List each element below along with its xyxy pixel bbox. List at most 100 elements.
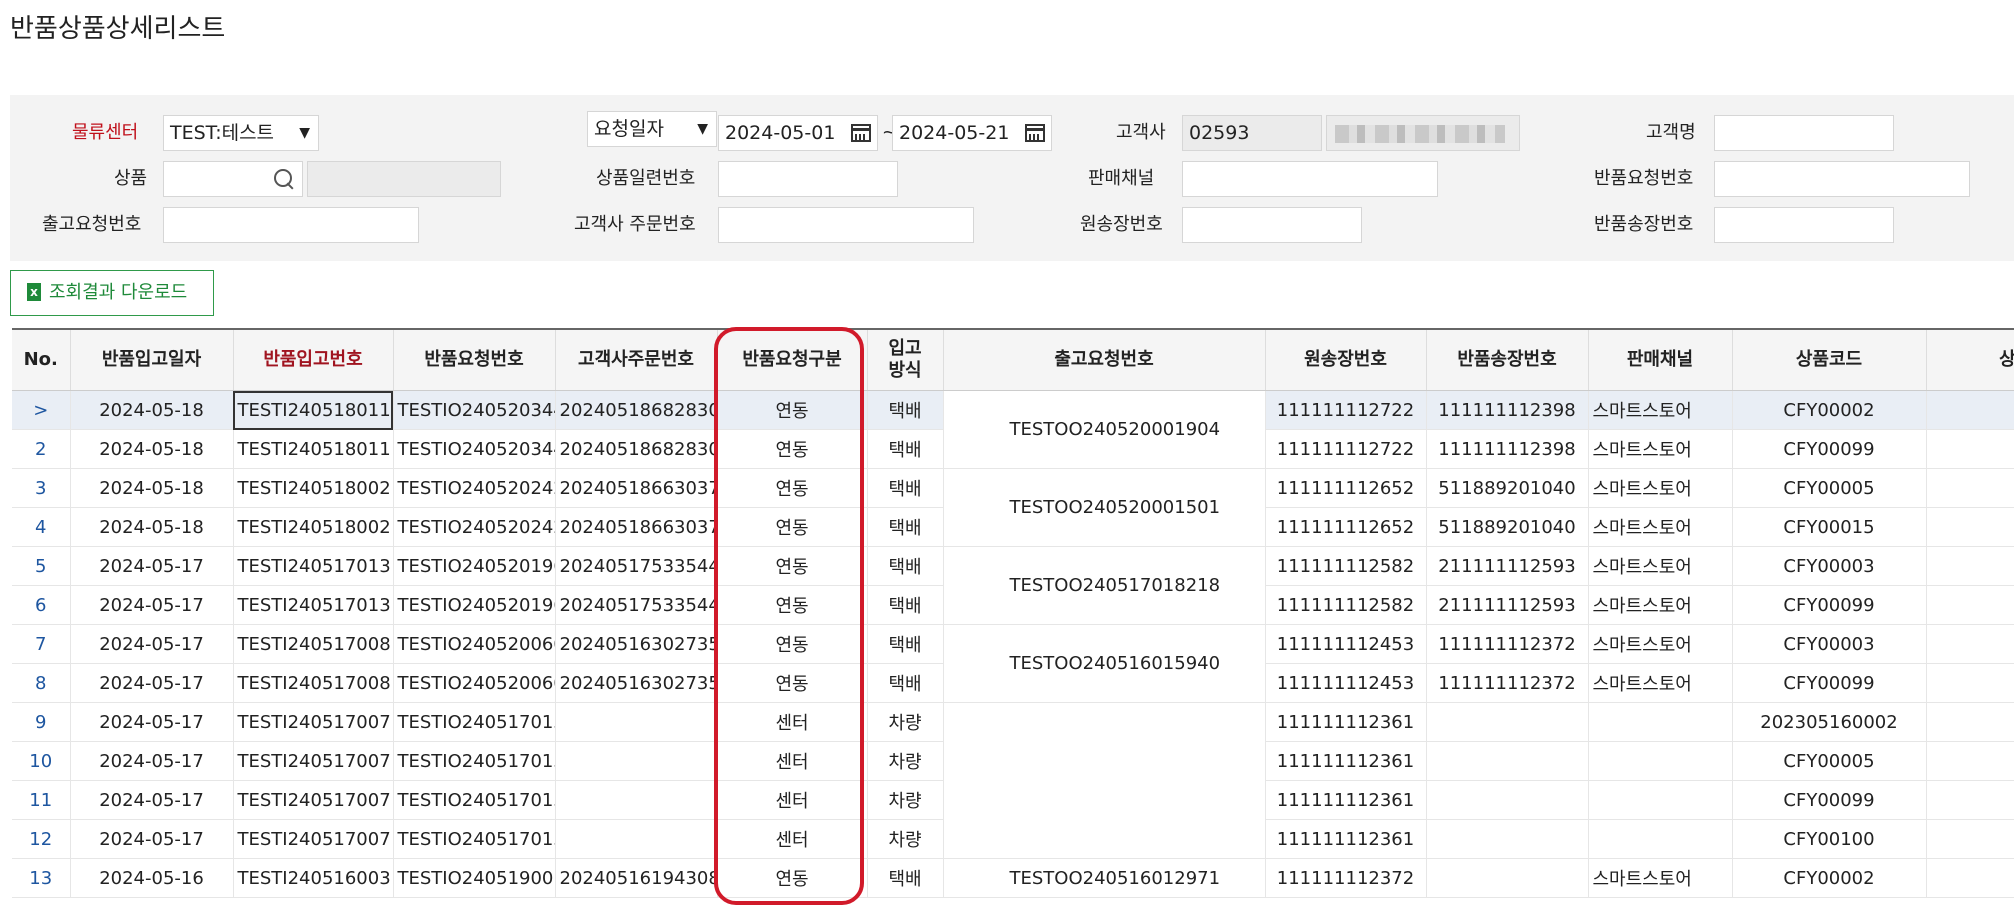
return-invoice-no-cell[interactable]: 111111112398: [1426, 390, 1589, 430]
sales-channel-cell[interactable]: [1588, 780, 1733, 820]
return-date-cell[interactable]: 2024-05-18: [70, 390, 234, 430]
original-invoice-no-cell[interactable]: 111111112582: [1265, 585, 1427, 625]
sales-channel-input[interactable]: [1182, 161, 1438, 197]
product-code-cell[interactable]: CFY00002: [1732, 858, 1927, 898]
table-row[interactable]: >2024-05-18 TESTI240518011 TESTIO240520344…: [12, 390, 2014, 469]
return-request-type-cell[interactable]: 연동: [717, 546, 868, 586]
product-code-cell[interactable]: 202305160002: [1732, 702, 1927, 742]
column-header-return-request-type[interactable]: 반품요청구분: [717, 330, 868, 391]
inbound-method-cell[interactable]: 택배: [867, 663, 944, 703]
sales-channel-cell[interactable]: 스마트스토어: [1588, 429, 1733, 469]
return-request-type-cell[interactable]: 센터: [717, 819, 868, 859]
return-invoice-no-cell[interactable]: [1426, 780, 1589, 820]
return-request-type-cell[interactable]: 센터: [717, 702, 868, 742]
product-code-cell[interactable]: CFY00099: [1732, 663, 1927, 703]
return-date-cell[interactable]: 2024-05-17: [70, 663, 234, 703]
return-date-cell[interactable]: 2024-05-17: [70, 819, 234, 859]
column-header-product-code[interactable]: 상품코드: [1732, 330, 1927, 391]
return-request-type-cell[interactable]: 연동: [717, 663, 868, 703]
original-invoice-no-cell[interactable]: 111111112453: [1265, 624, 1427, 664]
return-in-no-cell[interactable]: TESTI240517007: [233, 741, 394, 781]
return-request-type-cell[interactable]: 센터: [717, 741, 868, 781]
return-request-type-cell[interactable]: 연동: [717, 468, 868, 508]
product-name-cell[interactable]: [1926, 858, 2014, 898]
sales-channel-cell[interactable]: 스마트스토어: [1588, 663, 1733, 703]
date-type-select[interactable]: 요청일자 ▼: [587, 111, 717, 147]
customer-order-no-input[interactable]: [718, 207, 974, 243]
return-invoice-no-cell[interactable]: 111111112398: [1426, 429, 1589, 469]
return-date-cell[interactable]: 2024-05-17: [70, 585, 234, 625]
original-invoice-no-cell[interactable]: 111111112722: [1265, 429, 1427, 469]
outbound-request-no-cell[interactable]: TESTOO240520001501: [943, 468, 1266, 547]
return-request-type-cell[interactable]: 연동: [717, 429, 868, 469]
return-invoice-no-cell[interactable]: [1426, 702, 1589, 742]
original-invoice-no-cell[interactable]: 111111112361: [1265, 780, 1427, 820]
return-in-no-cell[interactable]: TESTI240517008: [233, 663, 394, 703]
return-invoice-no-cell[interactable]: 211111112593: [1426, 546, 1589, 586]
row-number[interactable]: 10: [12, 741, 71, 781]
sales-channel-cell[interactable]: [1588, 741, 1733, 781]
sales-channel-cell[interactable]: 스마트스토어: [1588, 858, 1733, 898]
inbound-method-cell[interactable]: 택배: [867, 390, 944, 430]
sales-channel-cell[interactable]: 스마트스토어: [1588, 468, 1733, 508]
return-request-no-cell[interactable]: TESTIO240520060: [393, 663, 556, 703]
product-code-cell[interactable]: CFY00002: [1732, 390, 1927, 430]
inbound-method-cell[interactable]: 택배: [867, 546, 944, 586]
return-invoice-no-cell[interactable]: 511889201040: [1426, 468, 1589, 508]
customer-order-no-cell[interactable]: 2024051868283061: [555, 390, 718, 430]
return-invoice-no-cell[interactable]: [1426, 741, 1589, 781]
return-date-cell[interactable]: 2024-05-17: [70, 780, 234, 820]
sales-channel-cell[interactable]: 스마트스토어: [1588, 585, 1733, 625]
return-request-no-cell[interactable]: TESTIO240520344: [393, 429, 556, 469]
return-request-no-cell[interactable]: TESTIO240520196: [393, 585, 556, 625]
product-code-cell[interactable]: CFY00100: [1732, 819, 1927, 859]
return-date-cell[interactable]: 2024-05-18: [70, 468, 234, 508]
row-number[interactable]: 13: [12, 858, 71, 898]
return-in-no-cell[interactable]: TESTI240517007: [233, 702, 394, 742]
product-name-cell[interactable]: [1926, 663, 2014, 703]
original-invoice-no-cell[interactable]: 111111112582: [1265, 546, 1427, 586]
outbound-request-no-cell[interactable]: TESTOO240516012971: [943, 858, 1266, 898]
table-row[interactable]: 13 2024-05-16 TESTI240516003 TESTIO24051900…: [12, 858, 2014, 898]
return-invoice-no-cell[interactable]: [1426, 819, 1589, 859]
customer-order-no-cell[interactable]: [555, 819, 718, 859]
customer-name-input[interactable]: [1714, 115, 1894, 151]
return-invoice-no-input[interactable]: [1714, 207, 1894, 243]
row-number[interactable]: 6: [12, 585, 71, 625]
row-number[interactable]: 9: [12, 702, 71, 742]
row-number[interactable]: 4: [12, 507, 71, 547]
inbound-method-cell[interactable]: 택배: [867, 585, 944, 625]
return-request-type-cell[interactable]: 연동: [717, 858, 868, 898]
customer-code-input[interactable]: 02593: [1182, 115, 1322, 151]
product-name-cell[interactable]: [1926, 819, 2014, 859]
row-number[interactable]: 12: [12, 819, 71, 859]
return-in-no-cell[interactable]: TESTI240518011: [233, 390, 394, 430]
outbound-request-no-input[interactable]: [163, 207, 419, 243]
calendar-icon[interactable]: [1025, 124, 1045, 142]
customer-order-no-cell[interactable]: [555, 741, 718, 781]
return-invoice-no-cell[interactable]: 111111112372: [1426, 624, 1589, 664]
original-invoice-no-cell[interactable]: 111111112361: [1265, 819, 1427, 859]
product-name-cell[interactable]: [1926, 780, 2014, 820]
inbound-method-cell[interactable]: 택배: [867, 624, 944, 664]
return-in-no-cell[interactable]: TESTI240518011: [233, 429, 394, 469]
outbound-request-no-cell[interactable]: TESTOO240517018218: [943, 546, 1266, 625]
search-icon[interactable]: [274, 169, 292, 187]
customer-order-no-cell[interactable]: [555, 780, 718, 820]
return-request-no-cell[interactable]: TESTIO240520060: [393, 624, 556, 664]
product-serial-input[interactable]: [718, 161, 898, 197]
return-date-cell[interactable]: 2024-05-17: [70, 546, 234, 586]
calendar-icon[interactable]: [851, 124, 871, 142]
original-invoice-no-cell[interactable]: 111111112372: [1265, 858, 1427, 898]
customer-order-no-cell[interactable]: 2024051630273541: [555, 624, 718, 664]
return-in-no-cell[interactable]: TESTI240516003: [233, 858, 394, 898]
return-request-type-cell[interactable]: 센터: [717, 780, 868, 820]
return-in-no-cell[interactable]: TESTI240517008: [233, 624, 394, 664]
original-invoice-no-cell[interactable]: 111111112722: [1265, 390, 1427, 430]
inbound-method-cell[interactable]: 택배: [867, 429, 944, 469]
return-invoice-no-cell[interactable]: [1426, 858, 1589, 898]
column-header-inbound-method[interactable]: 입고 방식: [867, 330, 944, 391]
product-code-cell[interactable]: CFY00099: [1732, 585, 1927, 625]
customer-order-no-cell[interactable]: 2024051619430831: [555, 858, 718, 898]
table-row[interactable]: 5 2024-05-17 TESTI240517013 TESTIO240520196…: [12, 546, 2014, 625]
